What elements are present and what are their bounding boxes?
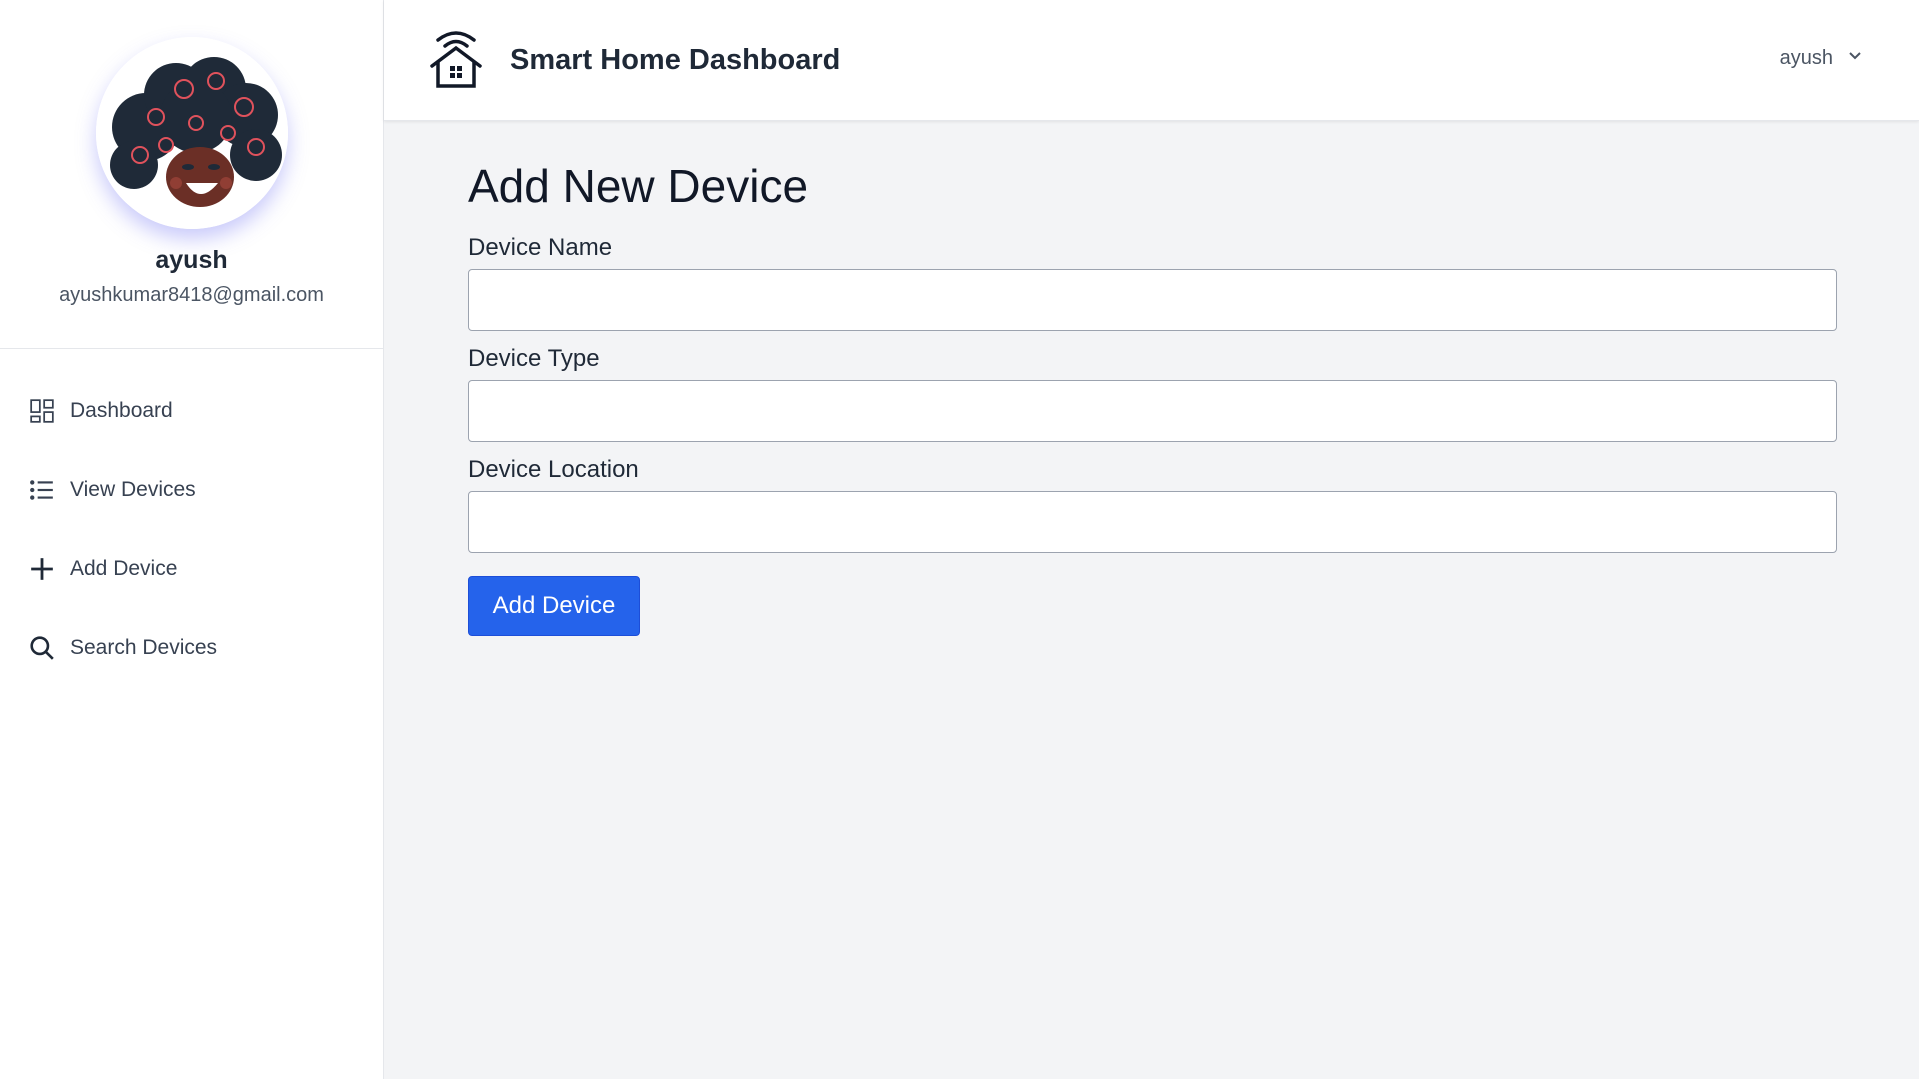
sidebar-item-label: Dashboard bbox=[70, 398, 173, 422]
avatar-illustration bbox=[95, 37, 288, 229]
main-content: Add New Device Device Name Device Type D… bbox=[468, 121, 1838, 636]
sidebar-item-label: Add Device bbox=[70, 556, 178, 580]
app-root: ayush ayushkumar8418@gmail.com Dashboard bbox=[0, 0, 1919, 1079]
avatar bbox=[95, 37, 288, 229]
plus-icon bbox=[28, 555, 56, 583]
grid-icon bbox=[28, 397, 56, 425]
sidebar-item-label: View Devices bbox=[70, 477, 196, 501]
top-header: Smart Home Dashboard ayush bbox=[384, 0, 1919, 121]
sidebar-item-label: Search Devices bbox=[70, 635, 218, 659]
chevron-down-icon bbox=[1847, 47, 1863, 70]
device-location-label: Device Location bbox=[468, 455, 639, 483]
device-location-input[interactable] bbox=[468, 490, 1837, 553]
sidebar-item-dashboard[interactable]: Dashboard bbox=[0, 371, 383, 450]
user-menu-dropdown[interactable]: ayush bbox=[1780, 47, 1863, 70]
smart-home-icon bbox=[428, 26, 484, 90]
profile-card: ayush ayushkumar8418@gmail.com bbox=[0, 0, 383, 349]
app-title: Smart Home Dashboard bbox=[510, 44, 841, 76]
device-name-label: Device Name bbox=[468, 234, 613, 262]
sidebar-item-view-devices[interactable]: View Devices bbox=[0, 450, 383, 529]
sidebar-item-add-device[interactable]: Add Device bbox=[0, 529, 383, 608]
sidebar-item-search-devices[interactable]: Search Devices bbox=[0, 608, 383, 687]
device-type-label: Device Type bbox=[468, 344, 600, 372]
device-type-input[interactable] bbox=[468, 379, 1837, 442]
list-icon bbox=[28, 476, 56, 504]
add-device-button[interactable]: Add Device bbox=[468, 575, 640, 636]
sidebar: ayush ayushkumar8418@gmail.com Dashboard bbox=[0, 0, 384, 1079]
sidebar-nav: Dashboard View Devices Add Device Search… bbox=[0, 371, 383, 687]
device-name-input[interactable] bbox=[468, 268, 1837, 331]
profile-email: ayushkumar8418@gmail.com bbox=[59, 284, 324, 306]
search-icon bbox=[28, 634, 56, 662]
add-device-form: Device Name Device Type Device Location … bbox=[468, 234, 1838, 636]
user-menu-label: ayush bbox=[1779, 47, 1833, 69]
page-title: Add New Device bbox=[468, 160, 809, 212]
profile-name: ayush bbox=[155, 246, 228, 274]
